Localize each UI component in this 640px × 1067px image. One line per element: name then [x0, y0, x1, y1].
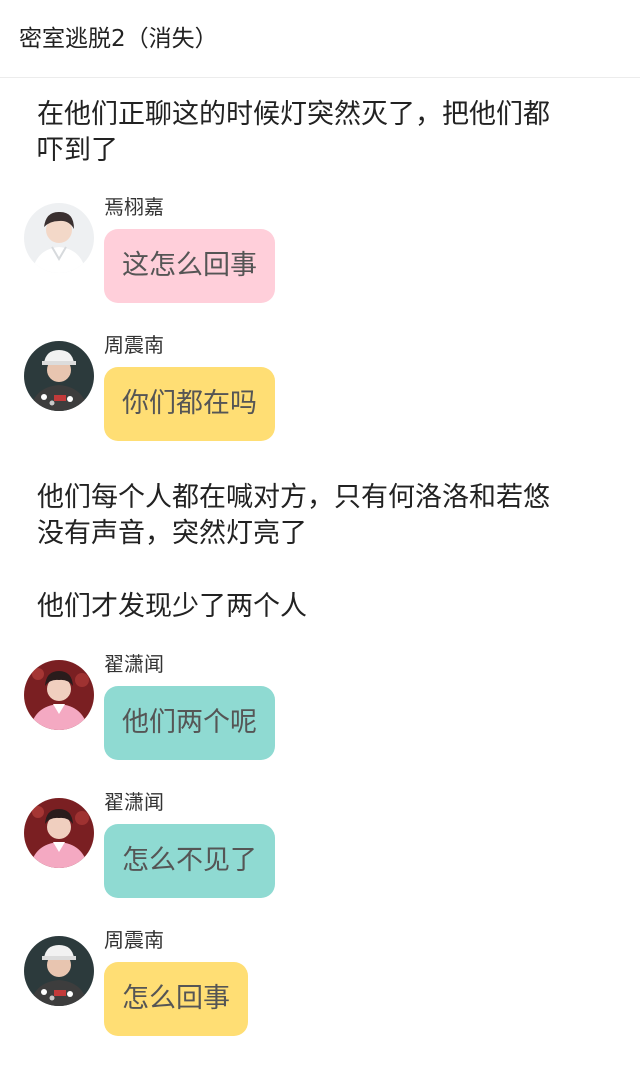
sender-name: 周震南 — [104, 928, 164, 952]
narration-line: 没有声音，突然灯亮了 — [37, 518, 307, 549]
message-bubble[interactable]: 你们都在吗 — [104, 367, 275, 441]
avatar-pink-suit-icon[interactable] — [24, 798, 94, 868]
narration-line: 他们才发现少了两个人 — [37, 591, 307, 622]
sender-name: 焉栩嘉 — [104, 195, 164, 219]
narration-line: 他们每个人都在喊对方，只有何洛洛和若悠 — [37, 482, 550, 513]
message-bubble[interactable]: 怎么不见了 — [104, 824, 275, 898]
message-bubble[interactable]: 怎么回事 — [104, 962, 248, 1036]
narration-text: 在他们正聊这的时候灯突然灭了，把他们都 吓到了 — [37, 97, 607, 169]
narration-line: 吓到了 — [37, 135, 118, 166]
message-bubble[interactable]: 这怎么回事 — [104, 229, 275, 303]
avatar-cap-jacket-icon[interactable] — [24, 341, 94, 411]
sender-name: 翟潇闻 — [104, 790, 164, 814]
avatar-pink-suit-icon[interactable] — [24, 660, 94, 730]
sender-name: 翟潇闻 — [104, 652, 164, 676]
narration-text: 他们每个人都在喊对方，只有何洛洛和若悠 没有声音，突然灯亮了 — [37, 480, 607, 552]
narration-line: 在他们正聊这的时候灯突然灭了，把他们都 — [37, 99, 550, 130]
top-bar: 密室逃脱2（消失） — [0, 0, 640, 78]
page-title: 密室逃脱2（消失） — [19, 26, 218, 52]
avatar-cap-jacket-icon[interactable] — [24, 936, 94, 1006]
narration-text: 他们才发现少了两个人 — [37, 589, 607, 625]
message-bubble[interactable]: 他们两个呢 — [104, 686, 275, 760]
sender-name: 周震南 — [104, 333, 164, 357]
avatar-white-outfit-icon[interactable] — [24, 203, 94, 273]
